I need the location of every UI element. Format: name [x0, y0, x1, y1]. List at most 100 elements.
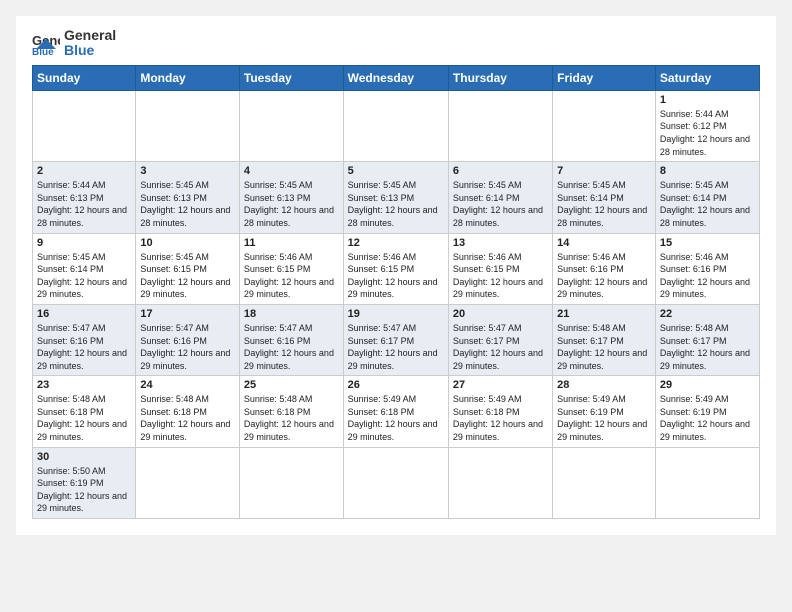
day-cell: 30Sunrise: 5:50 AM Sunset: 6:19 PM Dayli… — [33, 447, 136, 518]
week-row: 30Sunrise: 5:50 AM Sunset: 6:19 PM Dayli… — [33, 447, 760, 518]
day-info: Sunrise: 5:49 AM Sunset: 6:18 PM Dayligh… — [348, 393, 444, 443]
day-number: 2 — [37, 165, 131, 177]
day-info: Sunrise: 5:46 AM Sunset: 6:16 PM Dayligh… — [660, 251, 755, 301]
day-cell — [553, 447, 656, 518]
day-number: 11 — [244, 237, 339, 249]
day-info: Sunrise: 5:45 AM Sunset: 6:14 PM Dayligh… — [660, 179, 755, 229]
day-number: 21 — [557, 308, 651, 320]
day-number: 15 — [660, 237, 755, 249]
day-info: Sunrise: 5:46 AM Sunset: 6:16 PM Dayligh… — [557, 251, 651, 301]
day-cell: 7 Sunrise: 5:45 AM Sunset: 6:14 PM Daylig… — [553, 162, 656, 233]
day-number: 5 — [348, 165, 444, 177]
day-number: 3 — [140, 165, 235, 177]
day-info: Sunrise: 5:46 AM Sunset: 6:15 PM Dayligh… — [348, 251, 444, 301]
day-number: 1 — [660, 94, 755, 106]
day-info: Sunrise: 5:48 AM Sunset: 6:18 PM Dayligh… — [244, 393, 339, 443]
week-row: 23 Sunrise: 5:48 AM Sunset: 6:18 PM Dayli… — [33, 376, 760, 447]
day-cell: 2 Sunrise: 5:44 AM Sunset: 6:13 PM Daylig… — [33, 162, 136, 233]
day-cell: 23 Sunrise: 5:48 AM Sunset: 6:18 PM Dayli… — [33, 376, 136, 447]
svg-text:Blue: Blue — [32, 47, 54, 55]
day-cell — [343, 447, 448, 518]
day-number: 6 — [453, 165, 548, 177]
day-info: Sunrise: 5:44 AM Sunset: 6:13 PM Dayligh… — [37, 179, 131, 229]
day-info: Sunrise: 5:48 AM Sunset: 6:18 PM Dayligh… — [37, 393, 131, 443]
day-info: Sunrise: 5:45 AM Sunset: 6:13 PM Dayligh… — [244, 179, 339, 229]
day-number: 18 — [244, 308, 339, 320]
day-cell: 13Sunrise: 5:46 AM Sunset: 6:15 PM Dayli… — [448, 233, 552, 304]
day-cell: 3 Sunrise: 5:45 AM Sunset: 6:13 PM Daylig… — [136, 162, 240, 233]
day-cell: 27 Sunrise: 5:49 AM Sunset: 6:18 PM Dayli… — [448, 376, 552, 447]
day-info: Sunrise: 5:45 AM Sunset: 6:13 PM Dayligh… — [140, 179, 235, 229]
day-info: Sunrise: 5:48 AM Sunset: 6:17 PM Dayligh… — [660, 322, 755, 372]
col-header-saturday: Saturday — [655, 65, 759, 90]
day-number: 16 — [37, 308, 131, 320]
day-cell: 5 Sunrise: 5:45 AM Sunset: 6:13 PM Daylig… — [343, 162, 448, 233]
day-cell: 4Sunrise: 5:45 AM Sunset: 6:13 PM Daylig… — [239, 162, 343, 233]
day-number: 12 — [348, 237, 444, 249]
day-number: 26 — [348, 379, 444, 391]
day-number: 9 — [37, 237, 131, 249]
col-header-monday: Monday — [136, 65, 240, 90]
logo: General Blue General Blue — [32, 28, 116, 59]
day-cell — [553, 90, 656, 161]
col-header-sunday: Sunday — [33, 65, 136, 90]
day-number: 25 — [244, 379, 339, 391]
day-cell — [655, 447, 759, 518]
day-number: 28 — [557, 379, 651, 391]
week-row: 1 Sunrise: 5:44 AM Sunset: 6:12 PM Daylig… — [33, 90, 760, 161]
col-header-tuesday: Tuesday — [239, 65, 343, 90]
day-info: Sunrise: 5:45 AM Sunset: 6:14 PM Dayligh… — [453, 179, 548, 229]
day-cell: 15 Sunrise: 5:46 AM Sunset: 6:16 PM Dayli… — [655, 233, 759, 304]
day-number: 29 — [660, 379, 755, 391]
day-cell: 18 Sunrise: 5:47 AM Sunset: 6:16 PM Dayli… — [239, 304, 343, 375]
day-info: Sunrise: 5:47 AM Sunset: 6:16 PM Dayligh… — [37, 322, 131, 372]
day-info: Sunrise: 5:47 AM Sunset: 6:17 PM Dayligh… — [348, 322, 444, 372]
day-info: Sunrise: 5:46 AM Sunset: 6:15 PM Dayligh… — [244, 251, 339, 301]
day-cell: 22 Sunrise: 5:48 AM Sunset: 6:17 PM Dayli… — [655, 304, 759, 375]
day-info: Sunrise: 5:48 AM Sunset: 6:18 PM Dayligh… — [140, 393, 235, 443]
day-cell: 21 Sunrise: 5:48 AM Sunset: 6:17 PM Dayli… — [553, 304, 656, 375]
day-number: 27 — [453, 379, 548, 391]
day-info: Sunrise: 5:46 AM Sunset: 6:15 PM Dayligh… — [453, 251, 548, 301]
day-number: 14 — [557, 237, 651, 249]
header: General Blue General Blue — [32, 28, 760, 59]
week-row: 9 Sunrise: 5:45 AM Sunset: 6:14 PM Daylig… — [33, 233, 760, 304]
day-number: 7 — [557, 165, 651, 177]
header-row: SundayMondayTuesdayWednesdayThursdayFrid… — [33, 65, 760, 90]
day-cell: 25 Sunrise: 5:48 AM Sunset: 6:18 PM Dayli… — [239, 376, 343, 447]
day-info: Sunrise: 5:45 AM Sunset: 6:14 PM Dayligh… — [37, 251, 131, 301]
day-cell: 17Sunrise: 5:47 AM Sunset: 6:16 PM Dayli… — [136, 304, 240, 375]
day-info: Sunrise: 5:47 AM Sunset: 6:16 PM Dayligh… — [244, 322, 339, 372]
day-number: 24 — [140, 379, 235, 391]
day-info: Sunrise: 5:49 AM Sunset: 6:18 PM Dayligh… — [453, 393, 548, 443]
day-number: 23 — [37, 379, 131, 391]
day-info: Sunrise: 5:48 AM Sunset: 6:17 PM Dayligh… — [557, 322, 651, 372]
day-cell: 1 Sunrise: 5:44 AM Sunset: 6:12 PM Daylig… — [655, 90, 759, 161]
col-header-thursday: Thursday — [448, 65, 552, 90]
day-cell: 14 Sunrise: 5:46 AM Sunset: 6:16 PM Dayli… — [553, 233, 656, 304]
day-info: Sunrise: 5:45 AM Sunset: 6:14 PM Dayligh… — [557, 179, 651, 229]
day-number: 22 — [660, 308, 755, 320]
day-info: Sunrise: 5:45 AM Sunset: 6:13 PM Dayligh… — [348, 179, 444, 229]
day-cell — [343, 90, 448, 161]
day-cell: 26 Sunrise: 5:49 AM Sunset: 6:18 PM Dayli… — [343, 376, 448, 447]
week-row: 2 Sunrise: 5:44 AM Sunset: 6:13 PM Daylig… — [33, 162, 760, 233]
day-info: Sunrise: 5:47 AM Sunset: 6:17 PM Dayligh… — [453, 322, 548, 372]
day-cell — [136, 90, 240, 161]
calendar-table: SundayMondayTuesdayWednesdayThursdayFrid… — [32, 65, 760, 519]
day-number: 20 — [453, 308, 548, 320]
day-info: Sunrise: 5:44 AM Sunset: 6:12 PM Dayligh… — [660, 108, 755, 158]
day-number: 10 — [140, 237, 235, 249]
day-cell: 11 Sunrise: 5:46 AM Sunset: 6:15 PM Dayli… — [239, 233, 343, 304]
day-number: 17 — [140, 308, 235, 320]
day-cell: 28Sunrise: 5:49 AM Sunset: 6:19 PM Dayli… — [553, 376, 656, 447]
day-cell: 29 Sunrise: 5:49 AM Sunset: 6:19 PM Dayli… — [655, 376, 759, 447]
day-cell — [448, 90, 552, 161]
day-info: Sunrise: 5:49 AM Sunset: 6:19 PM Dayligh… — [660, 393, 755, 443]
calendar-page: General Blue General Blue SundayMondayTu… — [16, 16, 776, 535]
day-cell: 9 Sunrise: 5:45 AM Sunset: 6:14 PM Daylig… — [33, 233, 136, 304]
day-cell: 16 Sunrise: 5:47 AM Sunset: 6:16 PM Dayli… — [33, 304, 136, 375]
day-cell: 10Sunrise: 5:45 AM Sunset: 6:15 PM Dayli… — [136, 233, 240, 304]
day-number: 30 — [37, 451, 131, 463]
day-cell — [136, 447, 240, 518]
